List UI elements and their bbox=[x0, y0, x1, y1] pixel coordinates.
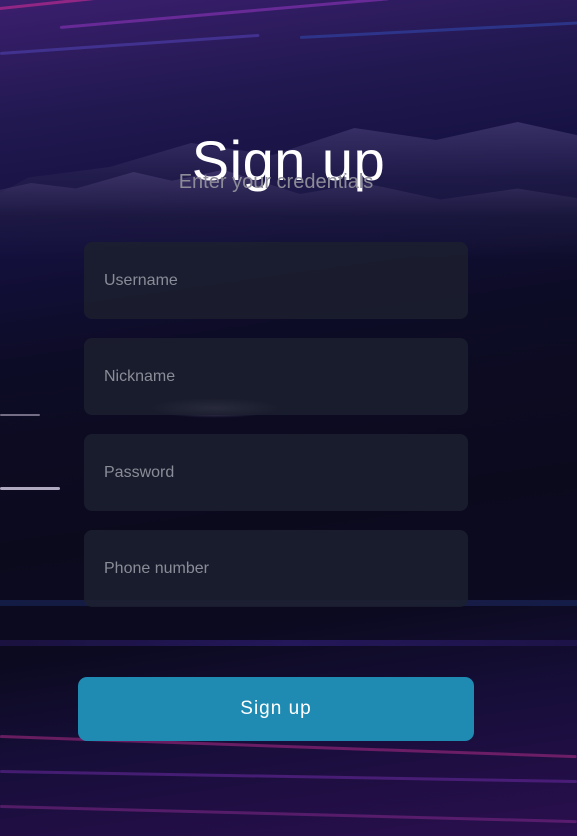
password-input[interactable] bbox=[84, 434, 468, 511]
signup-form-container: Sign up Enter your credentials Sign up bbox=[0, 0, 577, 836]
username-input[interactable] bbox=[84, 242, 468, 319]
sign-up-button[interactable]: Sign up bbox=[78, 677, 474, 741]
page-subtitle: Enter your credentials bbox=[178, 171, 374, 193]
phone-number-input[interactable] bbox=[84, 530, 468, 607]
nickname-input[interactable] bbox=[84, 338, 468, 415]
